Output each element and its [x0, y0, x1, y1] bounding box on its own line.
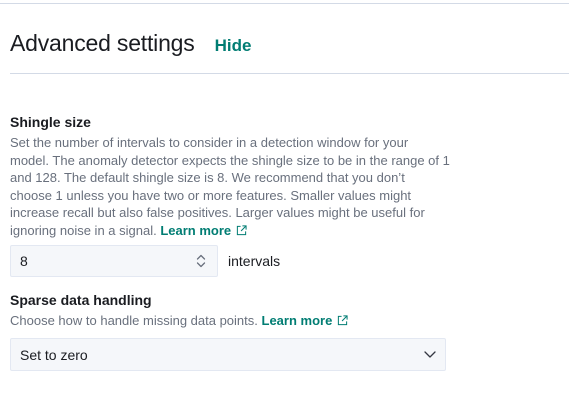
chevron-down-icon[interactable]: [424, 350, 436, 359]
sparse-learn-more-label: Learn more: [261, 313, 333, 328]
shingle-size-row: 8 intervals: [10, 245, 450, 277]
shingle-size-input[interactable]: 8: [10, 245, 218, 277]
top-border: [0, 0, 569, 4]
sparse-data-select[interactable]: Set to zero: [10, 337, 446, 371]
external-link-icon: [338, 315, 348, 326]
sparse-data-help: Choose how to handle missing data points…: [10, 312, 450, 330]
header: Advanced settings Hide: [10, 30, 251, 57]
shingle-size-help: Set the number of intervals to consider …: [10, 134, 450, 239]
sparse-data-selected[interactable]: Set to zero: [20, 347, 88, 363]
page-title: Advanced settings: [10, 30, 195, 56]
hide-link[interactable]: Hide: [215, 36, 252, 56]
sparse-data-section: Sparse data handling Choose how to handl…: [10, 292, 450, 371]
shingle-size-section: Shingle size Set the number of intervals…: [10, 114, 450, 277]
shingle-size-title: Shingle size: [10, 114, 91, 130]
sparse-learn-more-link[interactable]: Learn more: [262, 313, 349, 328]
advanced-settings-panel: Advanced settings Hide Shingle size Set …: [0, 0, 569, 402]
shingle-learn-more-link[interactable]: Learn more: [160, 223, 247, 238]
stepper-icon[interactable]: [195, 252, 207, 270]
intervals-label: intervals: [228, 253, 281, 269]
external-link-icon: [237, 224, 247, 235]
sparse-data-title: Sparse data handling: [10, 292, 152, 308]
sparse-data-help-text: Choose how to handle missing data points…: [10, 313, 258, 328]
shingle-learn-more-label: Learn more: [160, 222, 232, 238]
divider: [10, 73, 569, 74]
shingle-size-value[interactable]: 8: [20, 253, 28, 269]
